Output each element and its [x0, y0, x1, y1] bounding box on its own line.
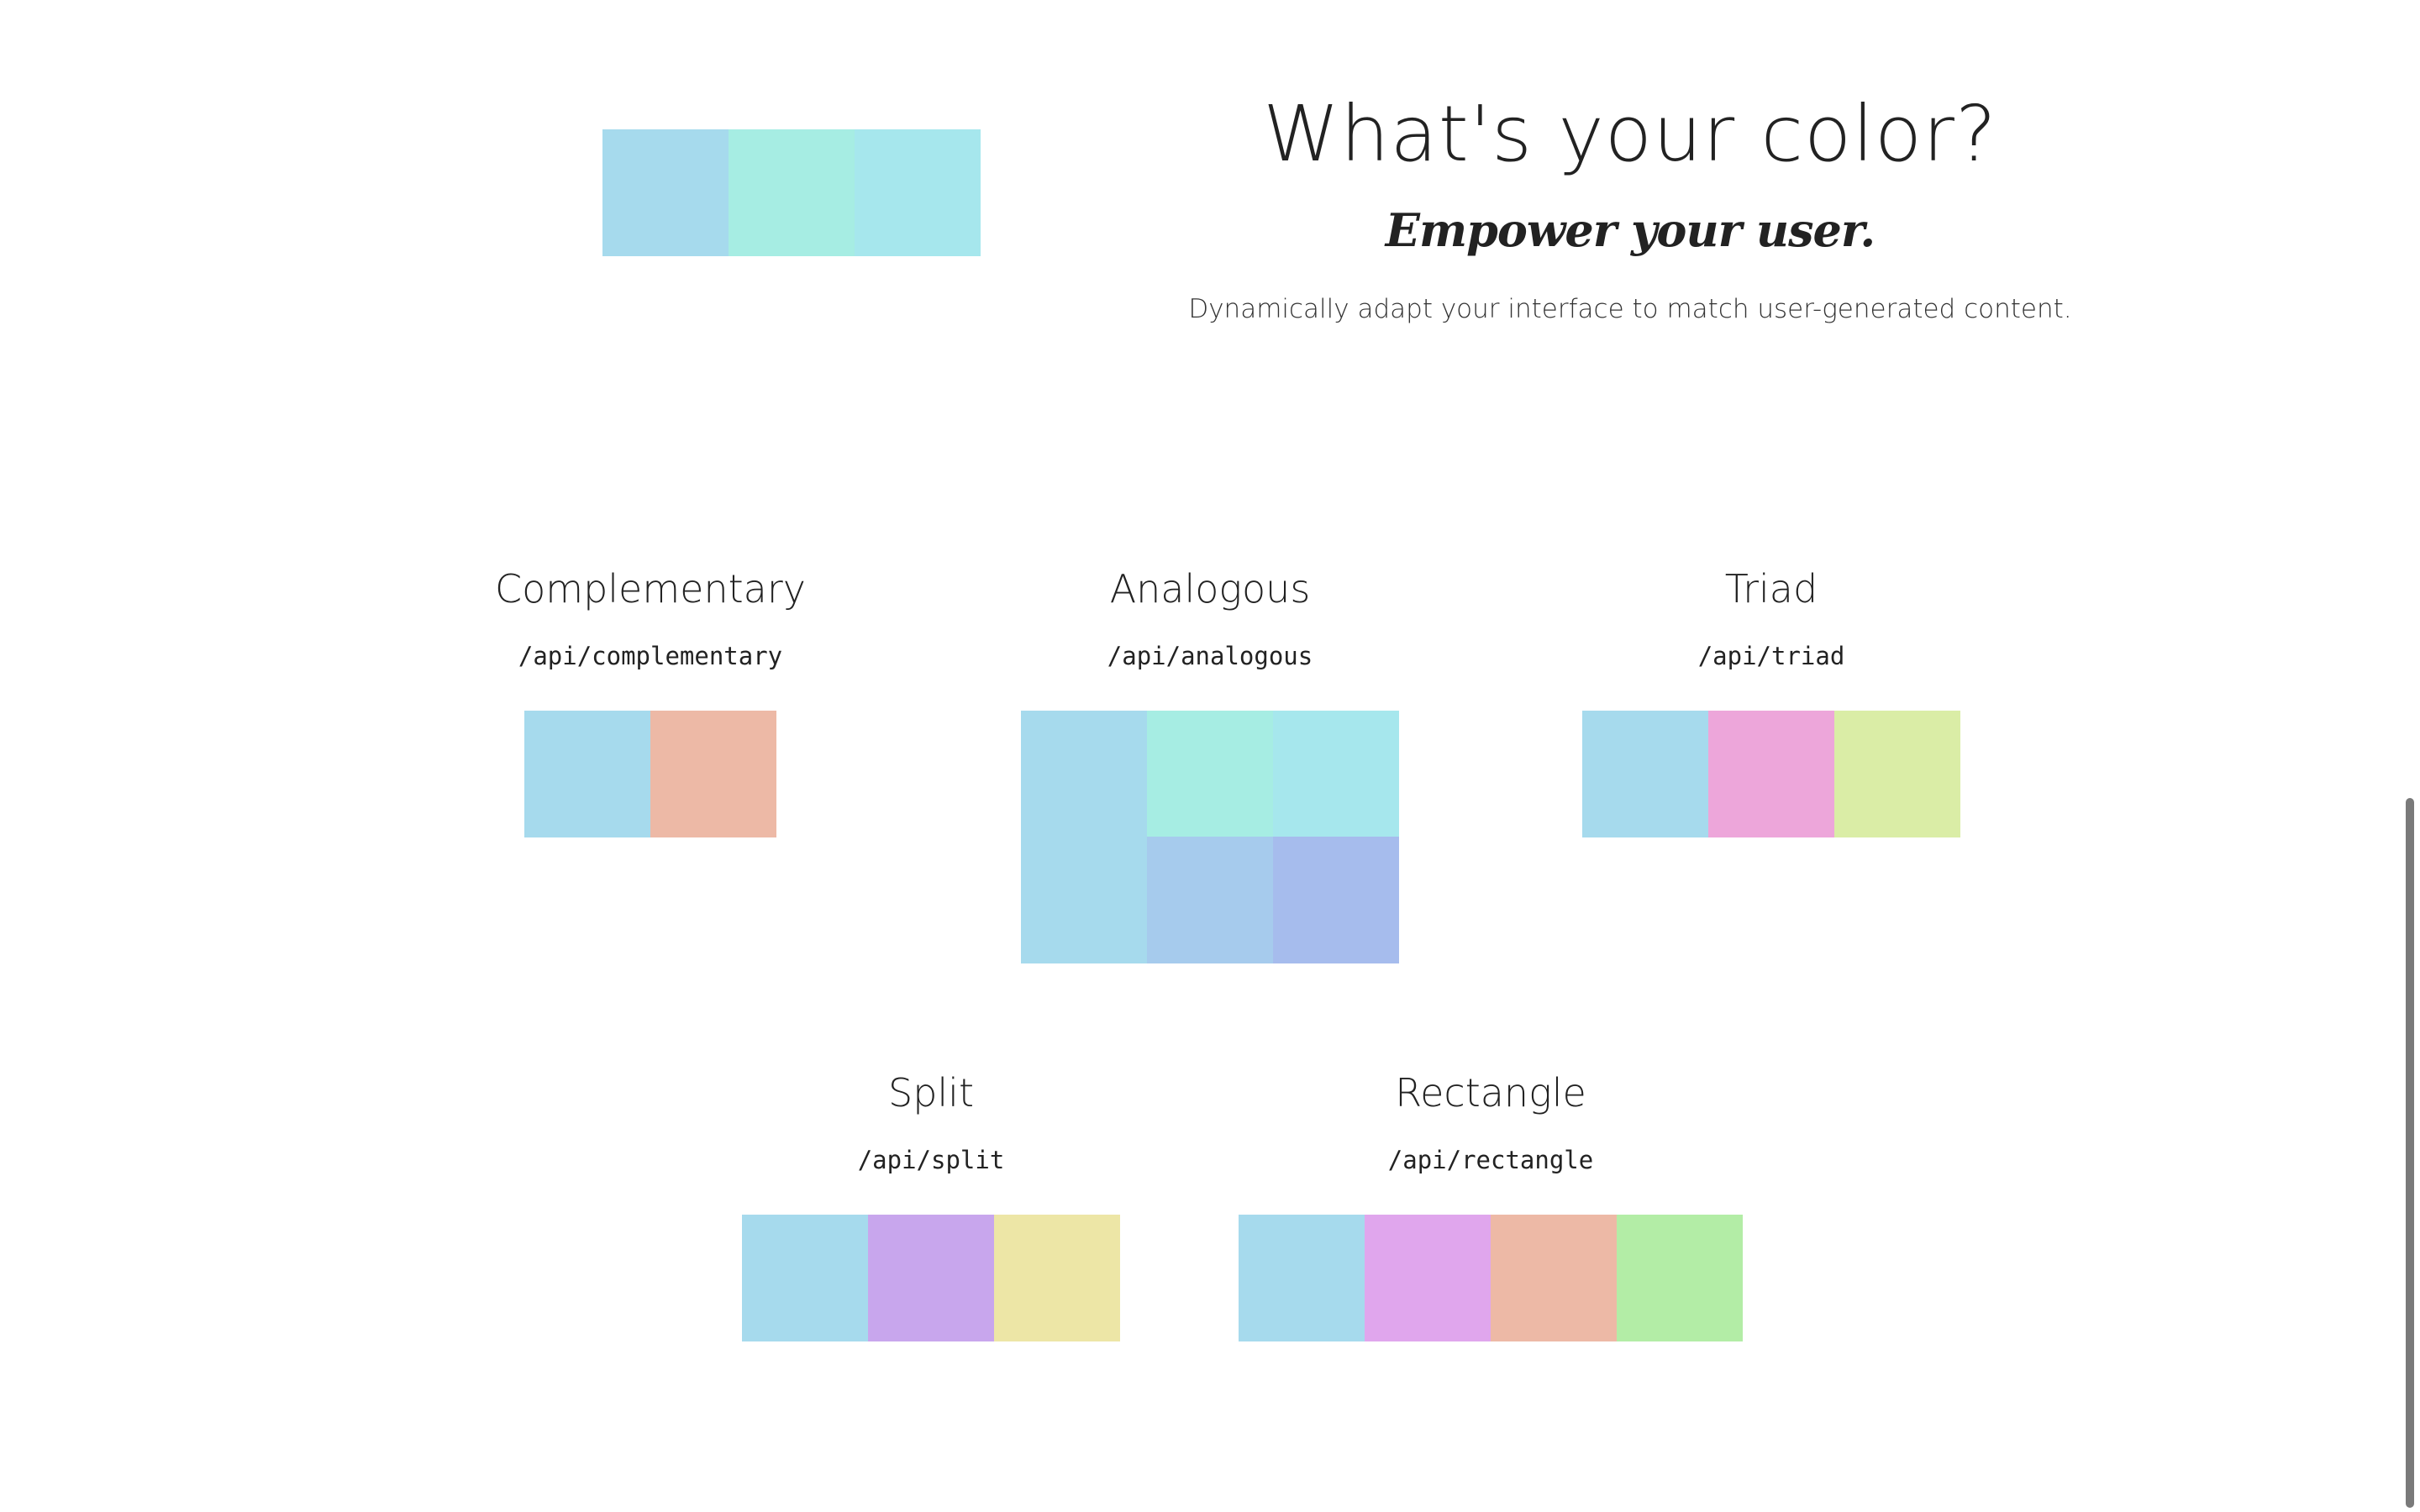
triad-palette	[1582, 711, 1960, 837]
color-swatch	[1273, 837, 1399, 963]
section-triad: Triad /api/triad	[1519, 559, 2023, 837]
hero-swatch	[729, 129, 855, 256]
api-endpoint: /api/triad	[1697, 642, 1845, 670]
description: Dynamically adapt your interface to matc…	[1188, 294, 2072, 324]
color-swatch	[868, 1215, 994, 1341]
page-title: What's your color?	[1263, 89, 1997, 179]
hero-palette	[602, 129, 981, 256]
scrollbar-thumb[interactable]	[2406, 798, 2414, 1508]
complementary-palette	[524, 711, 776, 837]
color-swatch	[1147, 837, 1273, 963]
rectangle-palette	[1239, 1215, 1743, 1341]
tagline: Empower your user.	[1385, 203, 1876, 257]
section-split: Split /api/split	[679, 1063, 1183, 1341]
section-title: Triad	[1724, 566, 1818, 612]
color-swatch	[1708, 711, 1834, 837]
color-swatch	[1582, 711, 1708, 837]
color-swatch	[1147, 711, 1273, 837]
api-endpoint: /api/analogous	[1107, 642, 1313, 670]
color-swatch	[1834, 711, 1960, 837]
color-swatch	[1273, 711, 1399, 837]
color-swatch	[1365, 1215, 1491, 1341]
section-title: Rectangle	[1395, 1070, 1586, 1116]
split-palette	[742, 1215, 1120, 1341]
api-endpoint: /api/complementary	[518, 642, 783, 670]
color-swatch	[650, 711, 776, 837]
section-title: Analogous	[1109, 566, 1311, 612]
section-analogous: Analogous /api/analogous	[958, 559, 1462, 963]
section-complementary: Complementary /api/complementary	[398, 559, 902, 837]
hero-swatch	[855, 129, 981, 256]
color-swatch	[1239, 1215, 1365, 1341]
color-swatch	[524, 711, 650, 837]
api-endpoint: /api/split	[857, 1146, 1005, 1174]
hero-swatch	[602, 129, 729, 256]
color-swatch	[1617, 1215, 1743, 1341]
color-swatch	[742, 1215, 868, 1341]
analogous-palette	[1021, 711, 1399, 963]
api-endpoint: /api/rectangle	[1387, 1146, 1594, 1174]
color-swatch	[1021, 711, 1147, 963]
section-title: Complementary	[495, 566, 806, 612]
section-title: Split	[888, 1070, 974, 1116]
color-swatch	[1491, 1215, 1617, 1341]
color-swatch	[994, 1215, 1120, 1341]
section-rectangle: Rectangle /api/rectangle	[1239, 1063, 1743, 1341]
